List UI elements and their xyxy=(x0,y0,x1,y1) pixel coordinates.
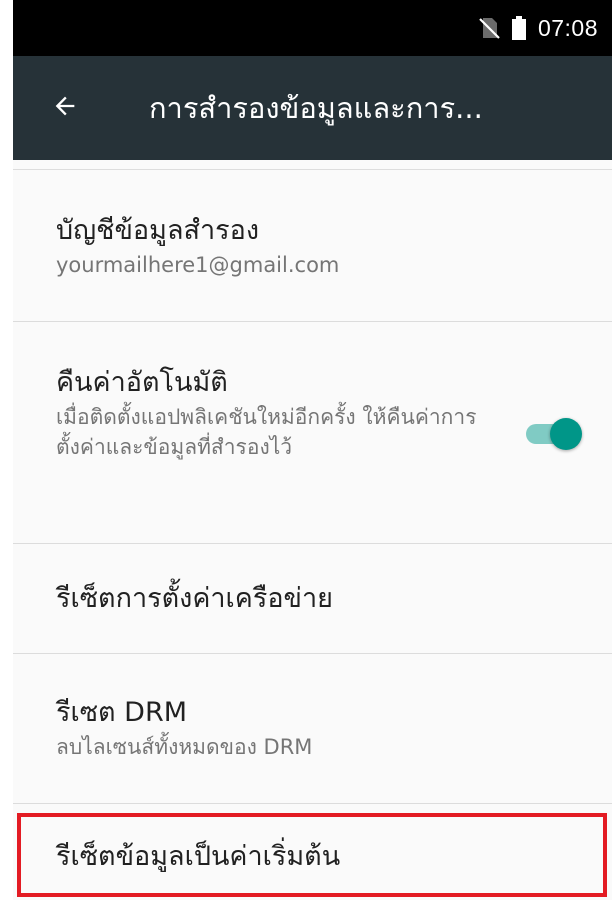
app-bar: การสำรองข้อมูลและการ... xyxy=(13,56,612,160)
phone-screen: 07:08 การสำรองข้อมูลและการ... บัญชีข้อมู… xyxy=(13,0,612,900)
back-button[interactable] xyxy=(13,56,123,160)
drm-reset-description: ลบไลเซนส์ทั้งหมดของ DRM xyxy=(56,735,313,759)
backup-account-title: บัญชีข้อมูลสำรอง xyxy=(56,215,260,246)
no-sim-icon xyxy=(478,16,500,40)
page-title: การสำรองข้อมูลและการ... xyxy=(149,91,483,125)
backup-account-email: yourmailhere1@gmail.com xyxy=(56,253,340,277)
status-time: 07:08 xyxy=(537,14,598,41)
auto-restore-item[interactable]: คืนค่าอัตโนมัติ เมื่อติดตั้งแอปพลิเคชันใ… xyxy=(13,322,612,544)
auto-restore-title: คืนค่าอัตโนมัติ xyxy=(56,367,228,398)
backup-account-item[interactable]: บัญชีข้อมูลสำรอง yourmailhere1@gmail.com xyxy=(13,170,612,322)
battery-icon xyxy=(511,16,526,40)
factory-reset-item[interactable]: รีเซ็ตข้อมูลเป็นค่าเริ่มต้น xyxy=(13,804,612,900)
toggle-thumb xyxy=(550,418,582,450)
factory-reset-title: รีเซ็ตข้อมูลเป็นค่าเริ่มต้น xyxy=(56,841,341,872)
auto-restore-description: เมื่อติดตั้งแอปพลิเคชันใหม่อีกครั้ง ให้ค… xyxy=(56,405,477,459)
divider xyxy=(13,160,612,170)
status-bar: 07:08 xyxy=(13,0,612,56)
network-reset-item[interactable]: รีเซ็ตการตั้งค่าเครือข่าย xyxy=(13,544,612,654)
drm-reset-title: รีเซต DRM xyxy=(56,697,188,728)
arrow-back-icon xyxy=(51,92,79,124)
network-reset-title: รีเซ็ตการตั้งค่าเครือข่าย xyxy=(56,582,333,614)
auto-restore-toggle[interactable] xyxy=(526,418,582,450)
drm-reset-item[interactable]: รีเซต DRM ลบไลเซนส์ทั้งหมดของ DRM xyxy=(13,654,612,804)
